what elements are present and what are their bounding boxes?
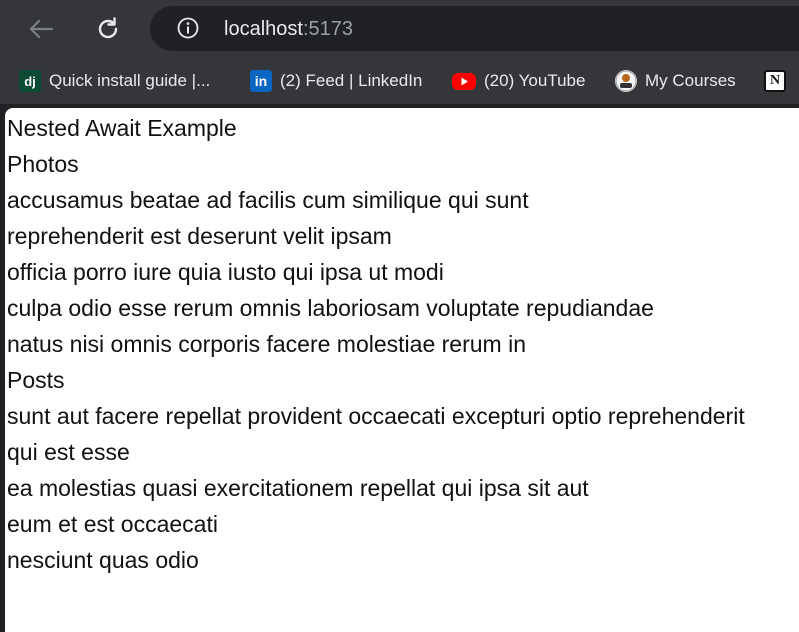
url-text[interactable]: localhost:5173 <box>224 17 353 41</box>
photo-item: officia porro iure quia iusto qui ipsa u… <box>7 259 444 285</box>
reload-icon <box>98 17 118 39</box>
courses-icon <box>615 70 637 92</box>
photos-heading: Photos <box>7 151 79 177</box>
youtube-icon <box>452 72 476 90</box>
bookmark-notion[interactable]: N <box>764 69 786 93</box>
photo-item: accusamus beatae ad facilis cum similiqu… <box>7 187 529 213</box>
bookmark-label: (2) Feed | LinkedIn <box>280 71 423 90</box>
page-content: Nested Await Example Photos accusamus be… <box>5 108 799 632</box>
browser-toolbar: localhost:5173 <box>0 0 799 58</box>
reload-button[interactable] <box>91 12 125 46</box>
info-icon[interactable] <box>177 17 199 39</box>
photo-item: culpa odio esse rerum omnis laboriosam v… <box>7 295 654 321</box>
bookmark-django[interactable]: dj Quick install guide |... <box>19 69 210 93</box>
post-item: eum et est occaecati <box>7 511 218 537</box>
django-icon: dj <box>19 70 41 92</box>
bookmark-label: My Courses <box>645 71 736 90</box>
post-item: qui est esse <box>7 439 130 465</box>
post-item: sunt aut facere repellat provident occae… <box>7 403 745 429</box>
bookmark-my-courses[interactable]: My Courses <box>615 69 736 93</box>
photo-item: reprehenderit est deserunt velit ipsam <box>7 223 392 249</box>
photo-item: natus nisi omnis corporis facere molesti… <box>7 331 526 357</box>
notion-icon: N <box>764 70 786 92</box>
posts-heading: Posts <box>7 367 65 393</box>
back-arrow-icon <box>29 19 54 39</box>
bookmark-label: (20) YouTube <box>484 71 586 90</box>
linkedin-icon: in <box>250 70 272 92</box>
bookmark-label: Quick install guide |... <box>49 71 211 90</box>
content-body: Nested Await Example Photos accusamus be… <box>7 110 797 578</box>
bookmarks-bar: dj Quick install guide |... in (2) Feed … <box>0 58 799 104</box>
post-item: ea molestias quasi exercitationem repell… <box>7 475 589 501</box>
bookmark-youtube[interactable]: (20) YouTube <box>452 69 585 93</box>
post-item: nesciunt quas odio <box>7 547 199 573</box>
url-host: localhost <box>224 18 303 40</box>
back-button[interactable] <box>24 12 58 46</box>
bookmark-linkedin[interactable]: in (2) Feed | LinkedIn <box>250 69 422 93</box>
page-title: Nested Await Example <box>7 115 237 141</box>
address-bar[interactable]: localhost:5173 <box>150 6 799 51</box>
url-port: :5173 <box>302 18 353 40</box>
